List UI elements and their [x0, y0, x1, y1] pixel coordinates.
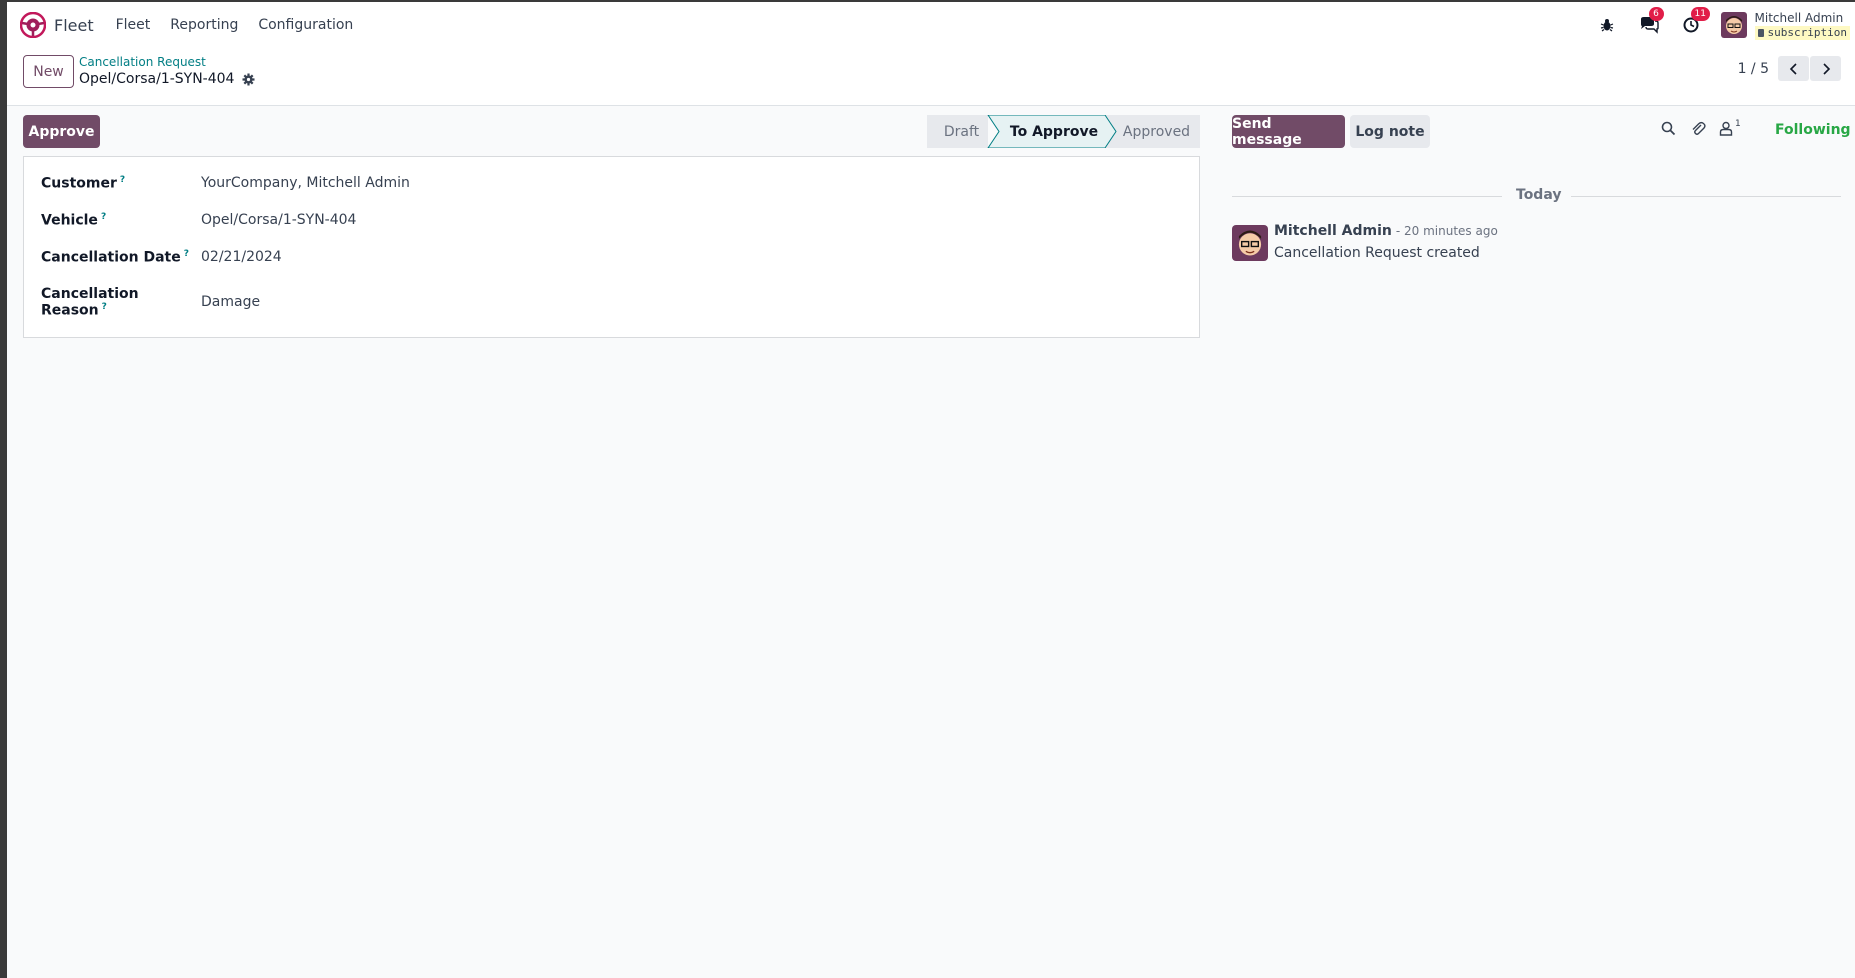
field-help-tooltip[interactable]: ? — [102, 302, 107, 312]
clock-icon[interactable]: 11 — [1679, 7, 1710, 37]
followers-button[interactable]: 1 — [1719, 118, 1741, 136]
pager-value[interactable]: 1 / 5 — [1738, 61, 1769, 77]
record-title-row: Opel/Corsa/1-SYN-404 — [79, 71, 255, 88]
user-name: Mitchell Admin — [1754, 10, 1844, 25]
search-icon[interactable] — [1661, 121, 1676, 136]
field-label: Cancellation Date? — [41, 249, 201, 266]
avatar[interactable] — [1232, 225, 1268, 261]
record-name: Opel/Corsa/1-SYN-404 — [79, 71, 235, 87]
approve-button[interactable]: Approve — [23, 115, 100, 148]
status-step-approved[interactable]: Approved — [1113, 115, 1200, 148]
log-note-button[interactable]: Log note — [1350, 115, 1430, 148]
activities-badge: 11 — [1690, 7, 1710, 21]
followers-count: 1 — [1735, 118, 1741, 129]
menu-item-fleet[interactable]: Fleet — [106, 17, 161, 33]
app-name: Fleet — [54, 15, 94, 35]
field-label: Cancellation Reason? — [41, 286, 201, 319]
pager: 1 / 5 — [1738, 56, 1841, 81]
form-sheet: Customer? YourCompany, Mitchell Admin Ve… — [23, 156, 1200, 338]
status-bar: Draft To Approve Approved — [927, 115, 1200, 148]
database-icon — [1757, 28, 1764, 37]
date-separator: Today — [1516, 187, 1562, 203]
menu-item-reporting[interactable]: Reporting — [160, 17, 248, 33]
fleet-logo-icon — [19, 11, 47, 39]
field-cancellation-reason: Cancellation Reason? Damage — [41, 286, 260, 319]
user-info: Mitchell Admin subscription — [1754, 10, 1850, 40]
field-label-text: Customer — [41, 175, 117, 192]
chat-bubbles-icon[interactable]: 6 — [1637, 7, 1664, 37]
field-vehicle: Vehicle? Opel/Corsa/1-SYN-404 — [41, 212, 356, 229]
send-message-button[interactable]: Send message — [1232, 115, 1345, 148]
gear-icon[interactable] — [242, 73, 255, 86]
field-label-text: Vehicle — [41, 212, 98, 229]
date-divider-left — [1232, 196, 1502, 197]
field-label-text: Cancellation Reason — [41, 286, 139, 319]
paperclip-icon[interactable] — [1691, 121, 1706, 137]
field-label: Vehicle? — [41, 212, 201, 229]
field-help-tooltip[interactable]: ? — [184, 249, 189, 259]
field-help-tooltip[interactable]: ? — [101, 212, 106, 222]
user-icon — [1719, 121, 1733, 136]
cancellation-reason-value[interactable]: Damage — [201, 294, 260, 310]
main-navbar: Fleet Fleet Reporting Configuration 6 11… — [7, 2, 1855, 48]
customer-value[interactable]: YourCompany, Mitchell Admin — [201, 175, 410, 191]
cancellation-date-value[interactable]: 02/21/2024 — [201, 249, 282, 265]
database-name: subscription — [1767, 25, 1847, 39]
vehicle-value[interactable]: Opel/Corsa/1-SYN-404 — [201, 212, 356, 228]
messages-badge: 6 — [1648, 7, 1664, 21]
chevron-left-icon — [1789, 62, 1797, 75]
message-header: Mitchell Admin - 20 minutes ago — [1274, 223, 1498, 239]
status-step-draft[interactable]: Draft — [927, 115, 996, 148]
status-step-to-approve[interactable]: To Approve — [995, 115, 1113, 148]
breadcrumb: Cancellation Request Opel/Corsa/1-SYN-40… — [79, 55, 255, 88]
user-avatar — [1720, 12, 1747, 38]
new-button[interactable]: New — [23, 55, 74, 88]
main-menu: Fleet Reporting Configuration — [106, 17, 364, 33]
app-root: Fleet Fleet Reporting Configuration 6 11… — [0, 0, 1855, 978]
message-time: - 20 minutes ago — [1395, 224, 1498, 238]
user-menu[interactable]: Mitchell Admin subscription — [1720, 10, 1850, 40]
menu-item-configuration[interactable]: Configuration — [248, 17, 363, 33]
control-panel: New Cancellation Request Opel/Corsa/1-SY… — [7, 48, 1855, 106]
message-author[interactable]: Mitchell Admin — [1274, 223, 1392, 239]
date-divider-right — [1571, 196, 1841, 197]
systray: 6 11 Mitchell Admin subscription — [1595, 2, 1855, 48]
following-toggle[interactable]: Following — [1775, 122, 1851, 138]
pager-previous-button[interactable] — [1778, 56, 1809, 81]
breadcrumb-parent-link[interactable]: Cancellation Request — [79, 55, 255, 69]
window-left-edge — [0, 0, 7, 978]
field-customer: Customer? YourCompany, Mitchell Admin — [41, 175, 410, 192]
field-help-tooltip[interactable]: ? — [120, 175, 125, 185]
bug-icon[interactable] — [1595, 13, 1619, 37]
app-brand[interactable]: Fleet — [19, 11, 94, 39]
field-label: Customer? — [41, 175, 201, 192]
pager-next-button[interactable] — [1810, 56, 1841, 81]
field-label-text: Cancellation Date — [41, 249, 181, 266]
field-cancellation-date: Cancellation Date? 02/21/2024 — [41, 249, 282, 266]
message-body: Cancellation Request created — [1274, 245, 1480, 261]
database-badge: subscription — [1754, 25, 1850, 40]
chevron-right-icon — [1822, 62, 1830, 75]
